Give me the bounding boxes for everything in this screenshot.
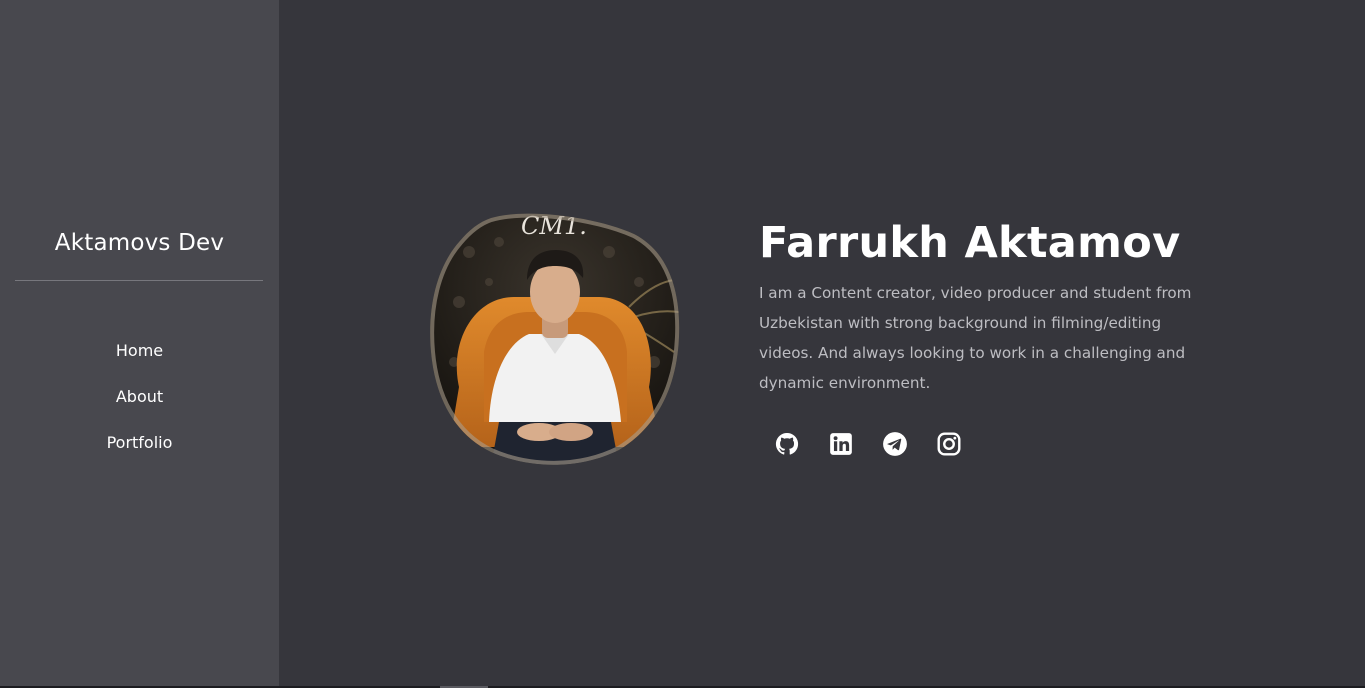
brand-divider — [15, 280, 263, 281]
sidebar: Aktamovs Dev Home About Portfolio — [0, 0, 279, 686]
brand-title[interactable]: Aktamovs Dev — [0, 230, 279, 256]
profile-bio: I am a Content creator, video producer a… — [759, 284, 1192, 392]
nav-item-home[interactable]: Home — [0, 340, 279, 386]
linkedin-icon — [830, 433, 852, 455]
profile-photo: CM1. — [430, 213, 680, 465]
github-link[interactable] — [760, 424, 814, 464]
social-links — [760, 424, 976, 464]
instagram-icon — [937, 432, 961, 456]
telegram-icon — [883, 432, 907, 456]
sidebar-nav: Home About Portfolio — [0, 340, 279, 478]
telegram-link[interactable] — [868, 424, 922, 464]
nav-item-about[interactable]: About — [0, 386, 279, 432]
github-icon — [775, 432, 799, 455]
profile-name: Farrukh Aktamov — [759, 218, 1181, 268]
instagram-link[interactable] — [922, 424, 976, 464]
nav-item-portfolio[interactable]: Portfolio — [0, 432, 279, 478]
linkedin-link[interactable] — [814, 424, 868, 464]
